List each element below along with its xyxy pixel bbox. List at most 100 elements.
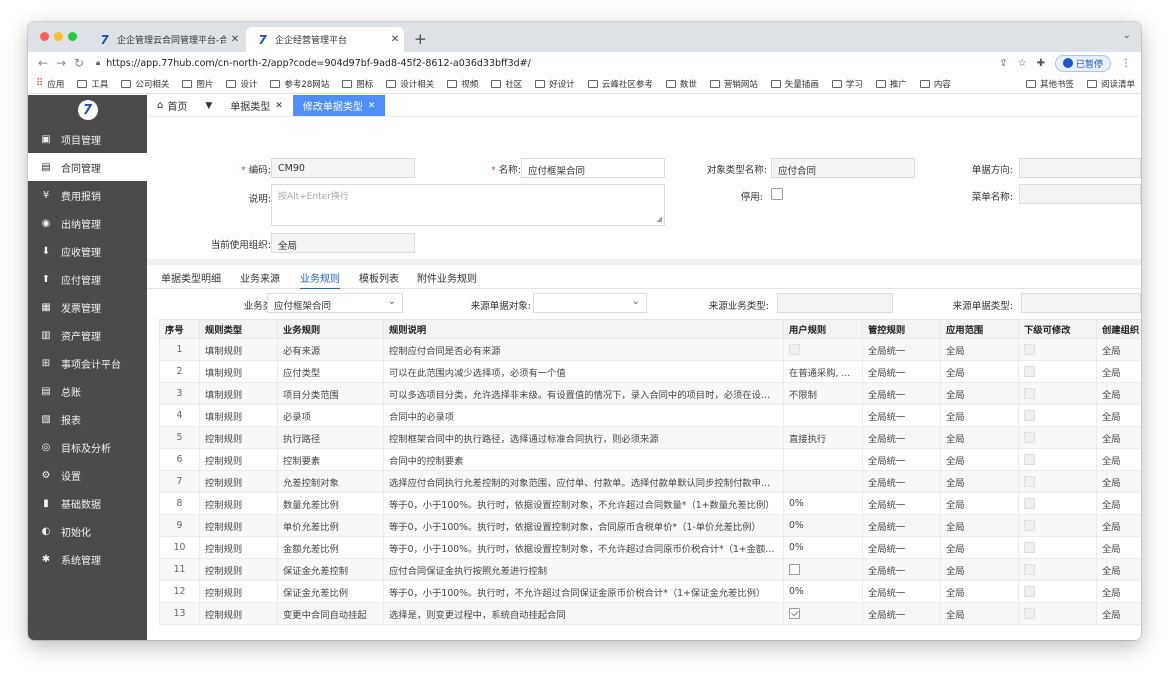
editable-by-child-checkbox[interactable] [1024, 476, 1035, 487]
editable-by-child-checkbox[interactable] [1024, 608, 1035, 619]
reload-icon[interactable]: ↻ [70, 56, 88, 70]
bookmark-item[interactable]: ⠿ 应用 [36, 78, 64, 90]
bookmark-item[interactable]: 数世 [665, 78, 697, 90]
user-rule-cell[interactable] [783, 470, 863, 493]
new-tab-button[interactable]: + [414, 30, 427, 48]
tab-search-icon[interactable]: ⌄ [1123, 30, 1131, 41]
editable-by-child-cell[interactable] [1018, 602, 1097, 625]
description-textarea[interactable]: 按Alt+Enter换行 ◢ [271, 184, 665, 226]
editable-by-child-cell[interactable] [1018, 536, 1097, 559]
bookmark-item[interactable]: 设计 [226, 78, 257, 90]
table-row[interactable]: 12 控制规则 保证金允差比例 等于0，小于100%。执行时，不允许超过合同保证金原币… [159, 580, 1141, 603]
user-rule-cell[interactable]: 0% [783, 514, 863, 537]
close-tab-icon[interactable]: ✕ [386, 34, 404, 45]
sidebar-item[interactable]: ▮ 基础数据 [28, 489, 147, 517]
bookmark-item[interactable]: 学习 [831, 78, 863, 90]
sidebar-item[interactable]: ▥ 资产管理 [28, 321, 147, 349]
tab-attachment-rules[interactable]: 附件业务规则 [417, 270, 477, 285]
user-rule-cell[interactable] [783, 338, 863, 361]
sidebar-item[interactable]: ⬆ 应付管理 [28, 265, 147, 293]
sidebar-item[interactable]: ✱ 系统管理 [28, 545, 147, 573]
sidebar-item[interactable]: ◎ 目标及分析 [28, 433, 147, 461]
editable-by-child-checkbox[interactable] [1024, 366, 1035, 377]
tab-business-rules[interactable]: 业务规则 [300, 270, 340, 290]
editable-by-child-cell[interactable] [1018, 360, 1097, 383]
tab-type-details[interactable]: 单据类型明细 [161, 270, 221, 285]
tab-business-source[interactable]: 业务来源 [240, 270, 280, 285]
sidebar-item[interactable]: ⬇ 应收管理 [28, 237, 147, 265]
sidebar-item[interactable]: ▧ 报表 [28, 405, 147, 433]
forward-arrow-icon[interactable]: → [52, 56, 70, 70]
table-row[interactable]: 10 控制规则 金额允差比例 等于0，小于100%。执行时，依据设置控制对象，不允许超… [159, 536, 1141, 559]
bookmark-item[interactable]: 公司相关 [121, 78, 169, 90]
bookmark-item[interactable]: 云峰社区参考 [587, 78, 653, 90]
sidebar-item[interactable]: ▣ 项目管理 [28, 125, 147, 153]
share-icon[interactable]: ⇪ [999, 58, 1007, 69]
bookmark-item[interactable]: 内容 [919, 78, 951, 90]
editable-by-child-cell[interactable] [1018, 404, 1097, 427]
code-field[interactable]: CM90 [271, 158, 415, 178]
bookmark-star-icon[interactable]: ☆ [1018, 58, 1027, 69]
editable-by-child-cell[interactable] [1018, 338, 1097, 361]
user-rule-checkbox[interactable] [789, 564, 800, 575]
editable-by-child-cell[interactable] [1018, 448, 1097, 471]
close-window-icon[interactable] [40, 32, 49, 41]
editable-by-child-cell[interactable] [1018, 382, 1097, 405]
table-row[interactable]: 11 控制规则 保证金允差控制 应付合同保证金执行按照允差进行控制 全局统一 全局 全局 [159, 558, 1141, 581]
sidebar-item[interactable]: ▤ 合同管理 [28, 153, 147, 181]
user-rule-cell[interactable] [783, 602, 863, 625]
tab-edit-document-type[interactable]: 修改单据类型 ✕ [292, 95, 386, 116]
user-rule-cell[interactable]: 不限制 [783, 382, 863, 405]
bookmark-item[interactable]: 矢量插画 [770, 78, 819, 90]
editable-by-child-checkbox[interactable] [1024, 410, 1035, 421]
sidebar-item[interactable]: ▦ 发票管理 [28, 293, 147, 321]
business-type-select[interactable]: 应付框架合同 ⌄ [267, 293, 403, 313]
user-rule-checkbox-checked[interactable] [789, 608, 800, 619]
source-document-type-field[interactable] [1021, 293, 1141, 313]
browser-tab-platform[interactable]: 7 企企经营管理平台 ✕ [246, 27, 404, 52]
close-icon[interactable]: ✕ [275, 101, 283, 111]
editable-by-child-checkbox[interactable] [1024, 520, 1035, 531]
table-row[interactable]: 3 填制规则 项目分类范围 可以多选项目分类，允许选择非末级。有设置值的情况下，录入合… [159, 382, 1141, 405]
editable-by-child-checkbox[interactable] [1024, 454, 1035, 465]
bookmark-item[interactable]: 推广 [875, 78, 907, 90]
editable-by-child-checkbox[interactable] [1024, 542, 1035, 553]
user-rule-cell[interactable]: 0% [783, 492, 863, 515]
sidebar-item[interactable]: ⊞ 事项会计平台 [28, 349, 147, 377]
editable-by-child-cell[interactable] [1018, 470, 1097, 493]
bookmark-item[interactable]: 设计相关 [386, 78, 434, 90]
object-type-field[interactable]: 应付合同 [771, 158, 915, 178]
bookmark-item[interactable]: 工具 [77, 78, 108, 90]
editable-by-child-checkbox[interactable] [1024, 432, 1035, 443]
table-row[interactable]: 5 控制规则 执行路径 控制框架合同中的执行路径，选择通过标准合同执行，则必须来源 直接… [159, 426, 1141, 449]
editable-by-child-checkbox[interactable] [1024, 586, 1035, 597]
editable-by-child-cell[interactable] [1018, 514, 1097, 537]
editable-by-child-cell[interactable] [1018, 426, 1097, 449]
editable-by-child-checkbox[interactable] [1024, 388, 1035, 399]
table-row[interactable]: 7 控制规则 允差控制对象 选择应付合同执行允差控制的对象范围，应付单、付款单。选择付… [159, 470, 1141, 493]
table-row[interactable]: 13 控制规则 变更中合同自动挂起 选择是，则变更过程中，系统自动挂起合同 全局统一 全局… [159, 602, 1141, 625]
user-rule-cell[interactable]: 0% [783, 580, 863, 603]
menu-name-field[interactable] [1019, 184, 1141, 204]
profile-paused-button[interactable]: 已暂停 [1054, 54, 1111, 72]
bookmark-item[interactable]: 营销网站 [709, 78, 758, 90]
tab-template-list[interactable]: 模板列表 [359, 270, 399, 285]
user-rule-cell[interactable] [783, 448, 863, 471]
editable-by-child-checkbox[interactable] [1024, 344, 1035, 355]
tab-home[interactable]: ⌂ 首页 [147, 95, 197, 116]
editable-by-child-cell[interactable] [1018, 580, 1097, 603]
close-tab-icon[interactable]: ✕ [226, 34, 244, 45]
sidebar-item[interactable]: ¥ 费用报销 [28, 181, 147, 209]
other-bookmarks[interactable]: 其他书签 [1025, 78, 1074, 90]
browser-tab-contract[interactable]: 7 企企管理云合同管理平台-合同的 ✕ [88, 27, 244, 52]
table-row[interactable]: 2 填制规则 应付类型 可以在此范围内减少选择项，必须有一个值 在普通采购, ... 全局… [159, 360, 1141, 383]
sidebar-item[interactable]: ◉ 出纳管理 [28, 209, 147, 237]
editable-by-child-checkbox[interactable] [1024, 564, 1035, 575]
org-field[interactable]: 全局 [271, 233, 415, 253]
extensions-icon[interactable]: ✚ [1037, 58, 1045, 69]
name-field[interactable]: 应付框架合同 [521, 158, 665, 178]
tab-document-types[interactable]: 单据类型 ✕ [220, 95, 293, 116]
close-icon[interactable]: ✕ [368, 101, 376, 111]
sidebar-item[interactable]: ⚙ 设置 [28, 461, 147, 489]
editable-by-child-cell[interactable] [1018, 492, 1097, 515]
